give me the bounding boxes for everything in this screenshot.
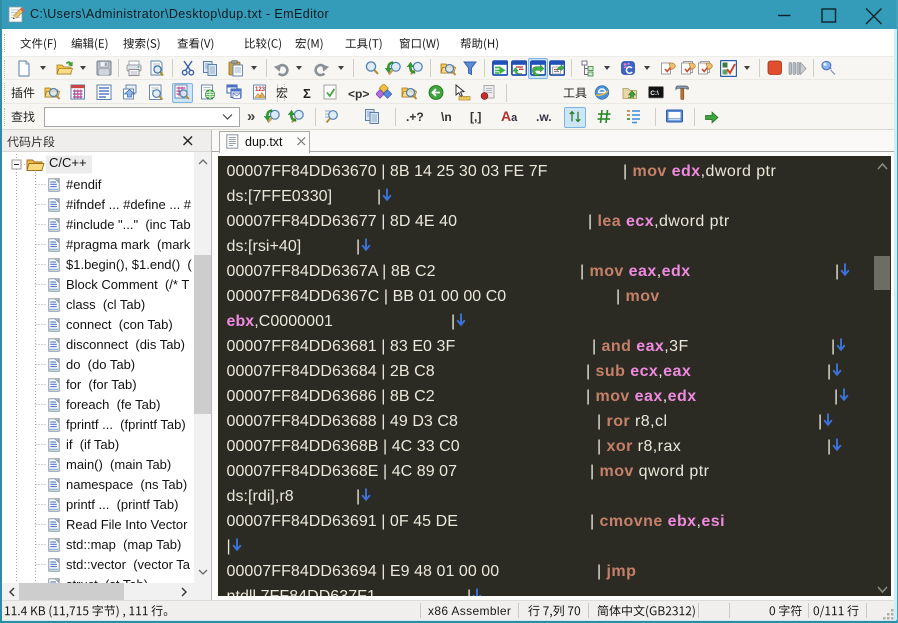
svg-text:123: 123 (255, 87, 266, 93)
svg-text:C:\: C:\ (650, 90, 659, 97)
